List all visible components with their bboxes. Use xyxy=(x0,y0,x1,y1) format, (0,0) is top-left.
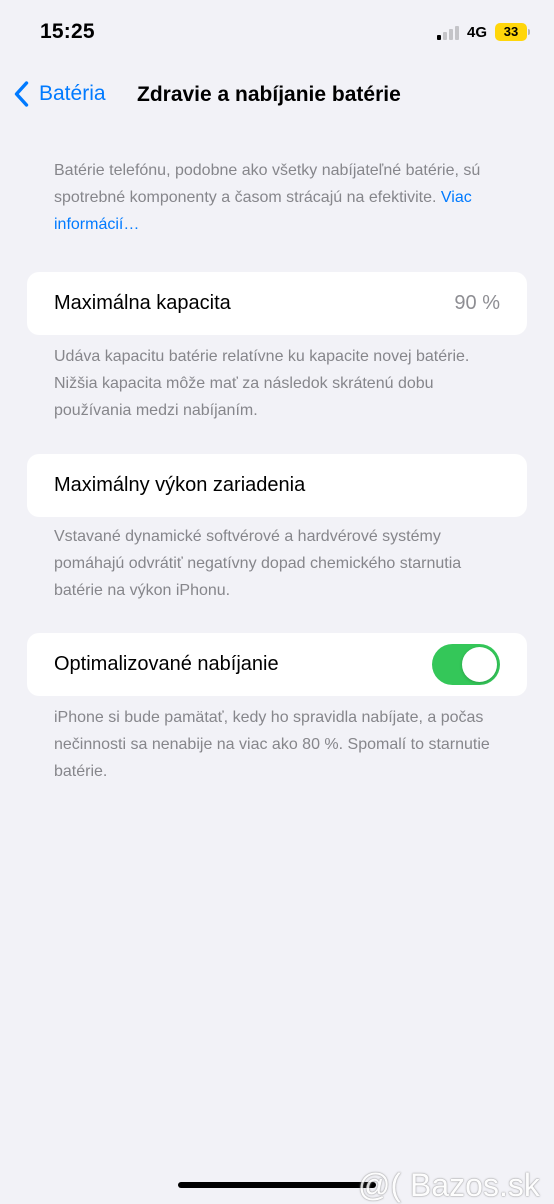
optimized-charging-label: Optimalizované nabíjanie xyxy=(54,653,279,675)
network-type: 4G xyxy=(467,24,488,41)
optimized-charging-footnote: iPhone si bude pamätať, kedy ho spravidl… xyxy=(54,709,490,780)
status-bar: 15:25 4G 33 xyxy=(0,0,554,66)
peak-performance-row[interactable]: Maximálny výkon zariadenia xyxy=(27,454,527,517)
optimized-charging-row: Optimalizované nabíjanie xyxy=(27,633,527,696)
cellular-signal-icon xyxy=(437,26,463,40)
max-capacity-label: Maximálna kapacita xyxy=(54,292,231,314)
max-capacity-value: 90 % xyxy=(454,292,500,314)
back-button[interactable]: Batéria xyxy=(14,76,106,112)
battery-icon: 33 xyxy=(495,23,527,41)
max-capacity-footnote: Udáva kapacitu batérie relatívne ku kapa… xyxy=(54,348,470,419)
optimized-charging-toggle[interactable] xyxy=(432,644,500,685)
chevron-left-icon xyxy=(14,81,29,107)
battery-tip xyxy=(528,29,530,35)
peak-performance-footnote: Vstavané dynamické softvérové a hardvéro… xyxy=(54,528,462,599)
intro-text: Batérie telefónu, podobne ako všetky nab… xyxy=(54,162,481,206)
page-title: Zdravie a nabíjanie batérie xyxy=(137,83,401,106)
toggle-knob xyxy=(462,647,497,682)
home-indicator[interactable] xyxy=(178,1182,376,1188)
intro-description: Batérie telefónu, podobne ako všetky nab… xyxy=(54,157,514,238)
status-time: 15:25 xyxy=(40,20,95,43)
max-capacity-row: Maximálna kapacita 90 % xyxy=(27,272,527,335)
navigation-bar: Batéria Zdravie a nabíjanie batérie xyxy=(0,66,554,122)
watermark: @( Bazos.sk xyxy=(358,1167,540,1203)
peak-performance-label: Maximálny výkon zariadenia xyxy=(54,474,306,496)
back-button-label: Batéria xyxy=(39,82,106,105)
